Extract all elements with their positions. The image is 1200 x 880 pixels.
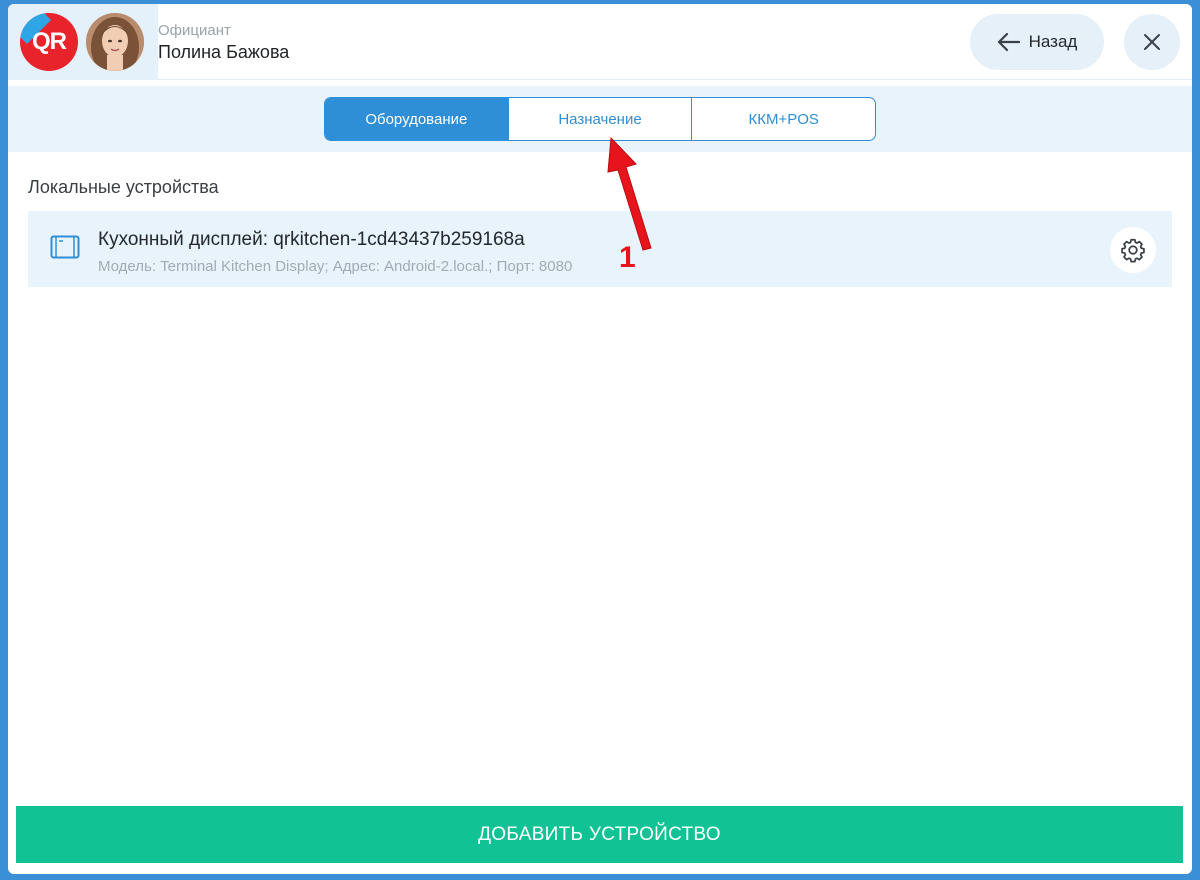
close-button[interactable]: [1124, 14, 1180, 70]
tablet-icon: [50, 235, 80, 264]
back-button-label: Назад: [1028, 32, 1078, 51]
app-window: QR Официант Полина Бажова Назад Оборудов…: [8, 4, 1192, 874]
tab-equipment[interactable]: Оборудование: [325, 98, 509, 140]
logo-area: QR: [8, 4, 158, 80]
tab-kkm-pos[interactable]: ККМ+POS: [692, 98, 875, 140]
user-role: Официант: [158, 22, 231, 39]
device-settings-button[interactable]: [1110, 227, 1156, 273]
header: QR Официант Полина Бажова Назад: [8, 4, 1192, 80]
device-meta: Модель: Terminal Kitchen Display; Адрес:…: [98, 258, 573, 275]
gear-icon: [1121, 238, 1145, 263]
qr-logo: QR: [20, 13, 78, 71]
logo-text: QR: [32, 28, 67, 55]
back-button[interactable]: Назад: [970, 14, 1104, 70]
arrow-left-icon: [997, 32, 1020, 52]
avatar-image: [86, 13, 144, 71]
avatar[interactable]: [86, 13, 144, 71]
segmented-tabs: Оборудование Назначение ККМ+POS: [324, 97, 876, 141]
tab-assignment[interactable]: Назначение: [509, 98, 693, 140]
section-title: Локальные устройства: [28, 177, 219, 197]
tab-bar: Оборудование Назначение ККМ+POS: [8, 86, 1192, 152]
user-name: Полина Бажова: [158, 42, 290, 62]
close-icon: [1144, 34, 1160, 50]
device-name: Кухонный дисплей: qrkitchen-1cd43437b259…: [98, 229, 525, 250]
device-row[interactable]: Кухонный дисплей: qrkitchen-1cd43437b259…: [28, 211, 1172, 287]
add-device-button[interactable]: ДОБАВИТЬ УСТРОЙСТВО: [16, 806, 1183, 863]
